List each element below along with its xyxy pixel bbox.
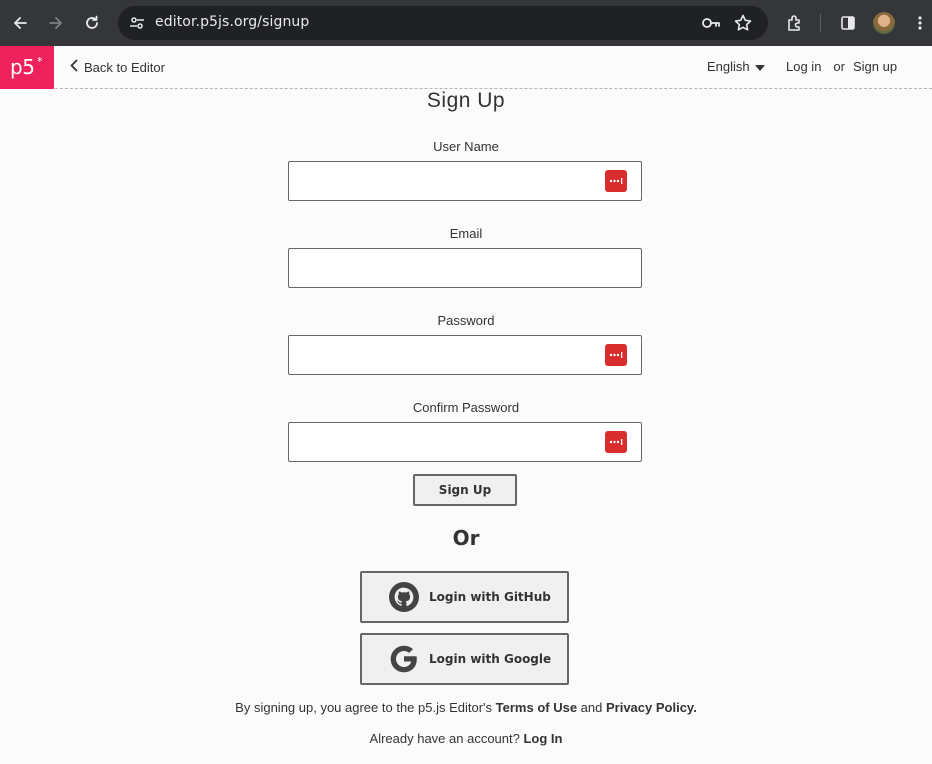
reload-icon[interactable] — [80, 11, 104, 35]
profile-avatar[interactable] — [873, 12, 895, 34]
github-icon — [387, 580, 421, 614]
forward-arrow-icon[interactable] — [44, 11, 68, 35]
password-input[interactable] — [288, 335, 642, 375]
chevron-left-icon — [70, 59, 78, 75]
password-manager-icon[interactable] — [605, 431, 627, 453]
terms-prefix: By signing up, you agree to the p5.js Ed… — [235, 700, 496, 715]
language-dropdown[interactable]: English — [707, 59, 765, 74]
back-arrow-icon[interactable] — [8, 11, 32, 35]
login-with-google-button[interactable]: Login with Google — [360, 633, 569, 685]
password-label: Password — [437, 313, 495, 328]
toolbar-divider — [820, 14, 821, 32]
log-in-link[interactable]: Log In — [523, 731, 562, 746]
have-account-notice: Already have an account? Log In — [0, 731, 932, 746]
key-icon[interactable] — [701, 14, 721, 32]
language-label: English — [707, 59, 750, 74]
app-header: p5 * Back to Editor English Log in or Sign… — [0, 46, 932, 89]
terms-notice: By signing up, you agree to the p5.js Ed… — [0, 700, 932, 715]
terms-of-use-link[interactable]: Terms of Use — [496, 700, 577, 715]
address-bar[interactable]: editor.p5js.org/signup — [118, 6, 768, 40]
or-divider-text: Or — [452, 526, 480, 550]
page-title: Sign Up — [426, 89, 506, 112]
logo-text: p5 — [10, 55, 35, 79]
or-separator: or — [833, 59, 845, 74]
username-label: User Name — [433, 139, 499, 154]
browser-toolbar: editor.p5js.org/signup — [0, 0, 932, 46]
site-settings-icon[interactable] — [128, 14, 146, 32]
url-text[interactable]: editor.p5js.org/signup — [155, 14, 309, 30]
terms-and: and — [577, 700, 606, 715]
password-manager-icon[interactable] — [605, 344, 627, 366]
sign-up-button[interactable]: Sign Up — [413, 474, 517, 506]
more-menu-icon[interactable] — [908, 11, 932, 35]
password-manager-icon[interactable] — [605, 170, 627, 192]
dropdown-triangle-icon — [754, 59, 765, 74]
auth-links: Log in or Sign up — [786, 59, 897, 74]
confirm-password-label: Confirm Password — [412, 400, 520, 415]
side-panel-icon[interactable] — [836, 11, 860, 35]
signup-link[interactable]: Sign up — [853, 59, 897, 74]
login-with-github-button[interactable]: Login with GitHub — [360, 571, 569, 623]
have-account-text: Already have an account? — [369, 731, 524, 746]
extensions-icon[interactable] — [783, 11, 807, 35]
p5-logo[interactable]: p5 * — [0, 46, 54, 89]
confirm-password-input[interactable] — [288, 422, 642, 462]
back-to-editor-link[interactable]: Back to Editor — [70, 59, 165, 75]
privacy-policy-link[interactable]: Privacy Policy. — [606, 700, 697, 715]
login-link[interactable]: Log in — [786, 59, 821, 74]
email-label: Email — [449, 226, 483, 241]
username-input[interactable] — [288, 161, 642, 201]
star-icon[interactable] — [733, 13, 753, 33]
logo-asterisk: * — [37, 55, 43, 68]
email-input[interactable] — [288, 248, 642, 288]
back-to-editor-label: Back to Editor — [84, 59, 165, 75]
github-button-label: Login with GitHub — [429, 590, 551, 604]
google-icon — [387, 642, 421, 676]
google-button-label: Login with Google — [429, 652, 552, 666]
